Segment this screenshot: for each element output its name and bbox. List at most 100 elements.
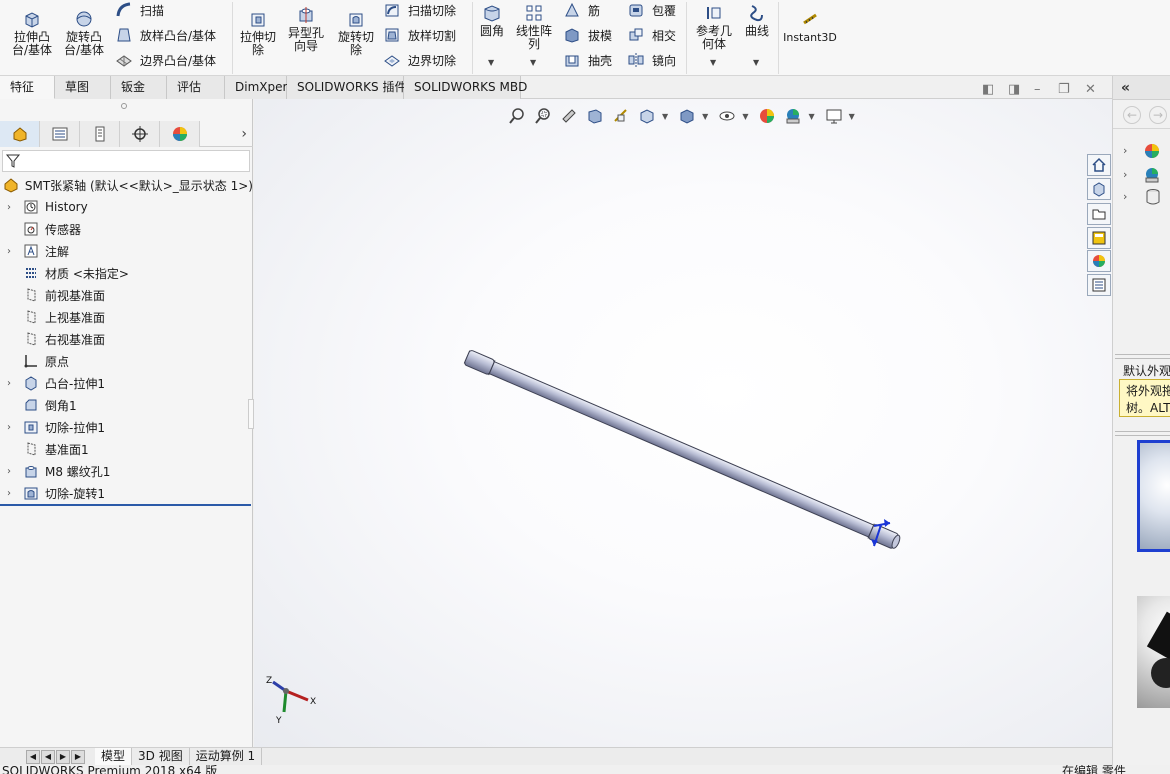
- back-icon[interactable]: ←: [1123, 106, 1141, 124]
- last-tab-icon[interactable]: ▶: [71, 749, 85, 764]
- expand-arrow-icon[interactable]: ›: [1123, 190, 1127, 203]
- extrude-cut-button[interactable]: 拉伸切除: [236, 8, 280, 57]
- shaft-model[interactable]: [254, 99, 1112, 747]
- expand-arrow-icon[interactable]: ›: [1123, 144, 1127, 157]
- tree-filter-input[interactable]: [2, 150, 250, 172]
- appearances-scenes-icon[interactable]: [1087, 250, 1111, 272]
- tab-sheet-metal[interactable]: 钣金: [111, 76, 167, 99]
- more-tabs-chevron-icon[interactable]: ›: [200, 121, 253, 146]
- tab-solidworks-mbd[interactable]: SOLIDWORKS MBD: [404, 76, 527, 99]
- loft-cut-button[interactable]: 放样切割: [382, 23, 456, 47]
- tree-root-part[interactable]: SMT张紧轴 (默认<<默认>_显示状态 1>): [0, 174, 253, 196]
- close-icon[interactable]: ✕: [1085, 82, 1096, 97]
- tree-item-cut-revolve1[interactable]: › 切除-旋转1: [0, 482, 253, 504]
- appearance-swatch-selected[interactable]: [1137, 440, 1170, 552]
- tab-motion-study-1[interactable]: 运动算例 1: [190, 747, 263, 766]
- mirror-label: 镜向: [652, 53, 677, 68]
- boundary-boss-button[interactable]: 边界凸台/基体: [114, 48, 216, 72]
- draft-button[interactable]: 拔模: [562, 23, 612, 47]
- pane-splitter[interactable]: [1115, 354, 1170, 359]
- tree-item-history[interactable]: › History: [0, 196, 253, 218]
- tree-item-right-plane[interactable]: 右视基准面: [0, 328, 253, 350]
- tree-item-cut-extrude1[interactable]: › 切除-拉伸1: [0, 416, 253, 438]
- expand-arrow-icon[interactable]: ›: [4, 202, 14, 213]
- tab-model[interactable]: 模型: [95, 747, 133, 766]
- hole-wizard-button[interactable]: 异型孔向导: [284, 4, 328, 53]
- minimize-icon[interactable]: –: [1034, 82, 1041, 97]
- feature-manager-tab-icon[interactable]: [0, 121, 40, 147]
- pattern-dropdown-icon[interactable]: ▼: [530, 58, 536, 67]
- expand-arrow-icon[interactable]: ›: [1123, 168, 1127, 181]
- decals-folder-icon[interactable]: [1145, 188, 1161, 206]
- graphics-area[interactable]: ▼ ▼ ▼ ▼ ▼ Z X Y: [254, 99, 1112, 747]
- boundary-cut-button[interactable]: 边界切除: [382, 48, 456, 72]
- tree-item-origin[interactable]: 原点: [0, 350, 253, 372]
- sweep-button[interactable]: 扫描: [114, 0, 164, 22]
- file-explorer-icon[interactable]: [1087, 203, 1111, 225]
- tree-item-sensors[interactable]: 传感器: [0, 218, 253, 240]
- prev-tab-icon[interactable]: ◀: [41, 749, 55, 764]
- boundary-boss-label: 边界凸台/基体: [140, 53, 217, 68]
- extrude-boss-button[interactable]: 拉伸凸台/基体: [8, 8, 56, 57]
- restore-icon[interactable]: ❐: [1058, 82, 1070, 97]
- wrap-button[interactable]: 包覆: [626, 0, 676, 22]
- tree-item-boss-extrude1[interactable]: › 凸台-拉伸1: [0, 372, 253, 394]
- tab-evaluate[interactable]: 评估: [167, 76, 225, 99]
- home-view-icon[interactable]: [1087, 154, 1111, 176]
- expand-arrow-icon[interactable]: ›: [4, 466, 14, 477]
- fillet-button[interactable]: 圆角: [476, 2, 508, 38]
- ref-geometry-dropdown-icon[interactable]: ▼: [710, 58, 716, 67]
- rib-button[interactable]: 筋: [562, 0, 600, 22]
- tree-item-chamfer1[interactable]: 倒角1: [0, 394, 253, 416]
- curves-dropdown-icon[interactable]: ▼: [753, 58, 759, 67]
- fillet-dropdown-icon[interactable]: ▼: [488, 58, 494, 67]
- tab-features[interactable]: 特征: [0, 76, 55, 99]
- revolve-boss-button[interactable]: 旋转凸台/基体: [60, 8, 108, 57]
- tree-item-top-plane[interactable]: 上视基准面: [0, 306, 253, 328]
- fillet-icon: [482, 2, 502, 24]
- tab-3d-views[interactable]: 3D 视图: [132, 747, 190, 766]
- tab-solidworks-addins[interactable]: SOLIDWORKS 插件: [287, 76, 406, 99]
- shell-button[interactable]: 抽壳: [562, 48, 612, 72]
- dimxpert-manager-tab-icon[interactable]: [120, 121, 160, 147]
- tree-item-material[interactable]: 材质 <未指定>: [0, 262, 253, 284]
- command-manager-ribbon: 拉伸凸台/基体 旋转凸台/基体 扫描 放样凸台/基体 边界凸台/基体 拉伸切除 …: [0, 0, 1170, 76]
- tab-sketch[interactable]: 草图: [55, 76, 111, 99]
- first-tab-icon[interactable]: ◀: [26, 749, 40, 764]
- instant3d-button[interactable]: Instant3D: [782, 8, 838, 44]
- intersect-button[interactable]: 相交: [626, 23, 676, 47]
- tree-item-plane1[interactable]: 基准面1: [0, 438, 253, 460]
- property-manager-tab-icon[interactable]: [40, 121, 80, 147]
- sweep-cut-button[interactable]: 扫描切除: [382, 0, 456, 22]
- display-manager-tab-icon[interactable]: [160, 121, 200, 147]
- panel-grip-icon[interactable]: [121, 103, 127, 109]
- view-palette-icon[interactable]: [1087, 227, 1111, 249]
- appearance-swatch-checker[interactable]: [1137, 596, 1170, 708]
- tree-item-m8-tapped-hole1[interactable]: › M8 螺纹孔1: [0, 460, 253, 482]
- custom-properties-icon[interactable]: [1087, 274, 1111, 296]
- tile-left-icon[interactable]: ◧: [982, 82, 994, 97]
- tab-dimxpert[interactable]: DimXpert: [225, 76, 292, 99]
- tree-item-annotations[interactable]: › 注解: [0, 240, 253, 262]
- loft-boss-button[interactable]: 放样凸台/基体: [114, 23, 216, 47]
- collapse-pane-icon[interactable]: «: [1113, 76, 1170, 100]
- expand-arrow-icon[interactable]: ›: [4, 422, 14, 433]
- scenes-folder-icon[interactable]: [1143, 166, 1161, 184]
- next-tab-icon[interactable]: ▶: [56, 749, 70, 764]
- forward-icon[interactable]: →: [1149, 106, 1167, 124]
- tile-right-icon[interactable]: ◨: [1008, 82, 1020, 97]
- revolve-cut-button[interactable]: 旋转切除: [334, 8, 378, 57]
- appearances-folder-icon[interactable]: [1143, 142, 1161, 160]
- curves-button[interactable]: 曲线: [740, 2, 774, 38]
- design-library-icon[interactable]: [1087, 178, 1111, 200]
- configuration-manager-tab-icon[interactable]: [80, 121, 120, 147]
- linear-pattern-button[interactable]: 线性阵列: [512, 2, 556, 51]
- expand-arrow-icon[interactable]: ›: [4, 488, 14, 499]
- expand-arrow-icon[interactable]: ›: [4, 378, 14, 389]
- rollback-bar[interactable]: [0, 504, 251, 506]
- ref-geometry-button[interactable]: 参考几何体: [692, 2, 736, 51]
- mirror-button[interactable]: 镜向: [626, 48, 676, 72]
- part-icon: [2, 176, 20, 194]
- tree-item-front-plane[interactable]: 前视基准面: [0, 284, 253, 306]
- expand-arrow-icon[interactable]: ›: [4, 246, 14, 257]
